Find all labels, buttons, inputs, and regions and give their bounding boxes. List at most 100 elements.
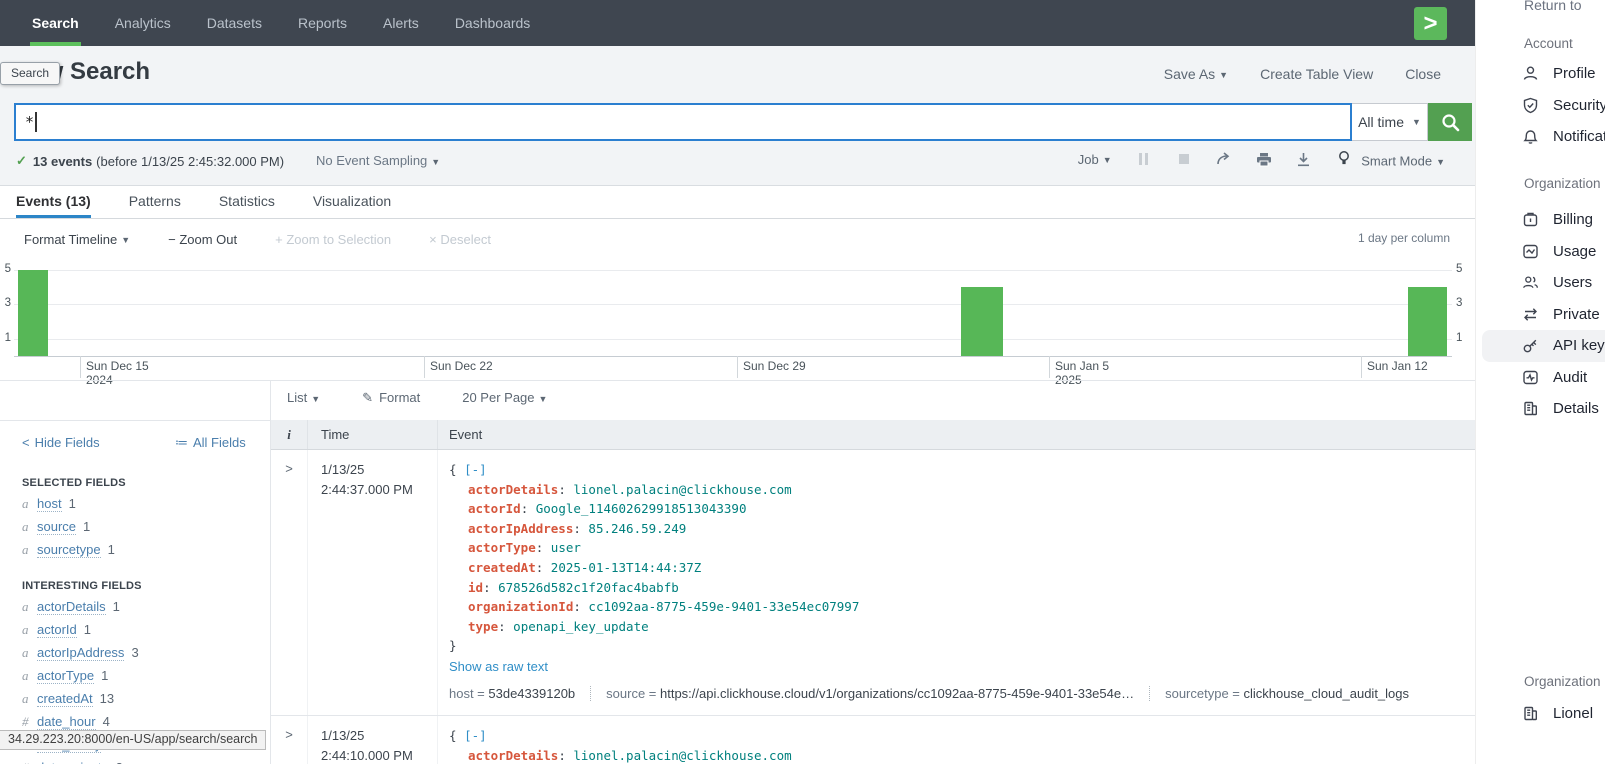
field-item: #date_minute2 [22, 760, 270, 764]
plus-icon: + [275, 232, 286, 247]
splunk-logo-icon[interactable]: > [1414, 7, 1447, 40]
sidebar-item-api-keys[interactable]: API keys [1482, 330, 1605, 362]
list-view-dropdown[interactable]: List▼ [287, 390, 320, 406]
time-range-picker[interactable]: All time▼ [1352, 103, 1428, 141]
field-link[interactable]: date_hour [37, 714, 96, 730]
nav-item-datasets[interactable]: Datasets [189, 0, 280, 46]
json-key[interactable]: actorIpAddress [468, 521, 573, 536]
sidebar-item-label: Profile [1553, 65, 1596, 82]
sidebar-item-notifications[interactable]: Notifications [1476, 121, 1605, 153]
event-sampling-dropdown[interactable]: No Event Sampling▼ [316, 153, 440, 168]
all-fields-button[interactable]: ≔All Fields [175, 435, 246, 451]
json-value[interactable]: lionel.palacin@clickhouse.com [573, 482, 791, 497]
sidebar-item-profile[interactable]: Profile [1476, 58, 1605, 90]
format-timeline-dropdown[interactable]: Format Timeline▼ [24, 232, 130, 247]
nav-item-search[interactable]: Search [14, 0, 97, 46]
meta-sourcetype[interactable]: sourcetype = clickhouse_cloud_audit_logs [1149, 686, 1424, 701]
format-button[interactable]: ✎Format [362, 390, 420, 406]
x-tick [737, 356, 738, 378]
export-button[interactable] [1296, 151, 1312, 167]
field-link[interactable]: actorType [37, 668, 94, 684]
json-value[interactable]: user [551, 540, 581, 555]
zoom-out-button[interactable]: − Zoom Out [168, 232, 237, 247]
stop-button[interactable] [1176, 151, 1192, 167]
nav-item-alerts[interactable]: Alerts [365, 0, 437, 46]
close-button[interactable]: Close [1405, 66, 1441, 82]
json-key[interactable]: createdAt [468, 560, 536, 575]
collapse-json-button[interactable]: [-] [464, 728, 487, 743]
field-link[interactable]: sourcetype [37, 542, 101, 558]
field-link[interactable]: host [37, 496, 62, 512]
cloud-settings-sidebar: Return to Account Profile SecurityNotific… [1475, 0, 1605, 764]
json-key[interactable]: actorDetails [468, 748, 558, 763]
expand-row-button[interactable]: > [285, 461, 293, 476]
sidebar-item-usage[interactable]: Usage [1476, 236, 1605, 268]
json-key[interactable]: organizationId [468, 599, 573, 614]
shield-check-icon [1521, 96, 1539, 114]
json-value[interactable]: cc1092aa-8775-459e-9401-33e54ec07997 [588, 599, 859, 614]
sidebar-item-security[interactable]: Security [1476, 90, 1605, 122]
sidebar-item-audit[interactable]: Audit [1476, 362, 1605, 394]
tab-events-[interactable]: Events (13) [16, 186, 91, 218]
collapse-json-button[interactable]: [-] [464, 462, 487, 477]
sidebar-item-details[interactable]: Details [1476, 393, 1605, 425]
events-histogram[interactable]: 113355Sun Dec 152024Sun Dec 22Sun Dec 29… [0, 258, 1475, 380]
sidebar-item-lionel[interactable]: Lionel [1476, 698, 1605, 730]
histogram-bar-2025-01-13[interactable] [1408, 287, 1447, 356]
field-link[interactable]: actorId [37, 622, 77, 638]
create-table-view-button[interactable]: Create Table View [1260, 66, 1373, 82]
histogram-bar-2025-01-03[interactable] [961, 287, 1003, 356]
json-key[interactable]: id [468, 580, 483, 595]
json-value[interactable]: 85.246.59.249 [588, 521, 686, 536]
deselect-button[interactable]: × Deselect [429, 232, 491, 247]
json-key[interactable]: actorDetails [468, 482, 558, 497]
return-to-link[interactable]: Return to [1524, 0, 1582, 13]
sidebar-item-users[interactable]: Users [1476, 267, 1605, 299]
json-value[interactable]: 2025-01-13T14:44:37Z [551, 560, 702, 575]
json-value[interactable]: Google_114602629918513043390 [536, 501, 747, 516]
pause-button[interactable] [1136, 151, 1152, 167]
json-key[interactable]: actorId [468, 501, 521, 516]
zoom-to-selection-button[interactable]: + Zoom to Selection [275, 232, 391, 247]
field-link[interactable]: source [37, 519, 76, 535]
smart-mode-dropdown[interactable]: Smart Mode▼ [1336, 150, 1445, 169]
meta-host[interactable]: host = 53de4339120b [449, 686, 590, 701]
json-key[interactable]: actorType [468, 540, 536, 555]
search-button[interactable] [1428, 103, 1472, 141]
hide-fields-button[interactable]: <Hide Fields [22, 435, 100, 450]
field-link[interactable]: actorIpAddress [37, 645, 124, 661]
json-value[interactable]: lionel.palacin@clickhouse.com [573, 748, 791, 763]
section-account-label: Account [1524, 36, 1573, 51]
timeline-toolbar: Format Timeline▼ − Zoom Out + Zoom to Se… [0, 219, 1475, 259]
per-page-dropdown[interactable]: 20 Per Page▼ [462, 390, 547, 406]
splunk-app: SearchAnalyticsDatasetsReportsAlertsDash… [0, 0, 1475, 764]
nav-item-analytics[interactable]: Analytics [97, 0, 189, 46]
search-input[interactable]: * [14, 103, 1352, 141]
tab-statistics[interactable]: Statistics [219, 186, 275, 218]
expand-row-button[interactable]: > [285, 727, 293, 742]
field-link[interactable]: createdAt [37, 691, 93, 707]
save-as-button[interactable]: Save As▼ [1164, 66, 1228, 82]
meta-source[interactable]: source = https://api.clickhouse.cloud/v1… [590, 686, 1149, 701]
person-icon [1521, 65, 1539, 83]
selected-fields-header: SELECTED FIELDS [22, 477, 270, 489]
field-link[interactable]: date_minute [37, 760, 109, 764]
sidebar-item-billing[interactable]: Billing [1476, 204, 1605, 236]
interesting-fields-header: INTERESTING FIELDS [22, 580, 270, 592]
usage-chart-icon [1521, 242, 1539, 260]
json-key[interactable]: type [468, 619, 498, 634]
field-link[interactable]: actorDetails [37, 599, 106, 615]
print-button[interactable] [1256, 151, 1272, 167]
tab-visualization[interactable]: Visualization [313, 186, 391, 218]
histogram-bar-2024-12-14[interactable] [18, 270, 48, 356]
json-value[interactable]: openapi_key_update [513, 619, 648, 634]
sidebar-item-private[interactable]: Private [1476, 299, 1605, 331]
nav-item-dashboards[interactable]: Dashboards [437, 0, 549, 46]
tab-patterns[interactable]: Patterns [129, 186, 181, 218]
nav-item-reports[interactable]: Reports [280, 0, 365, 46]
job-menu-button[interactable]: Job▼ [1078, 152, 1112, 167]
show-raw-text-link[interactable]: Show as raw text [449, 659, 1475, 674]
share-button[interactable] [1216, 151, 1232, 167]
json-value[interactable]: 678526d582c1f20fac4babfb [498, 580, 679, 595]
field-count: 1 [113, 599, 120, 614]
